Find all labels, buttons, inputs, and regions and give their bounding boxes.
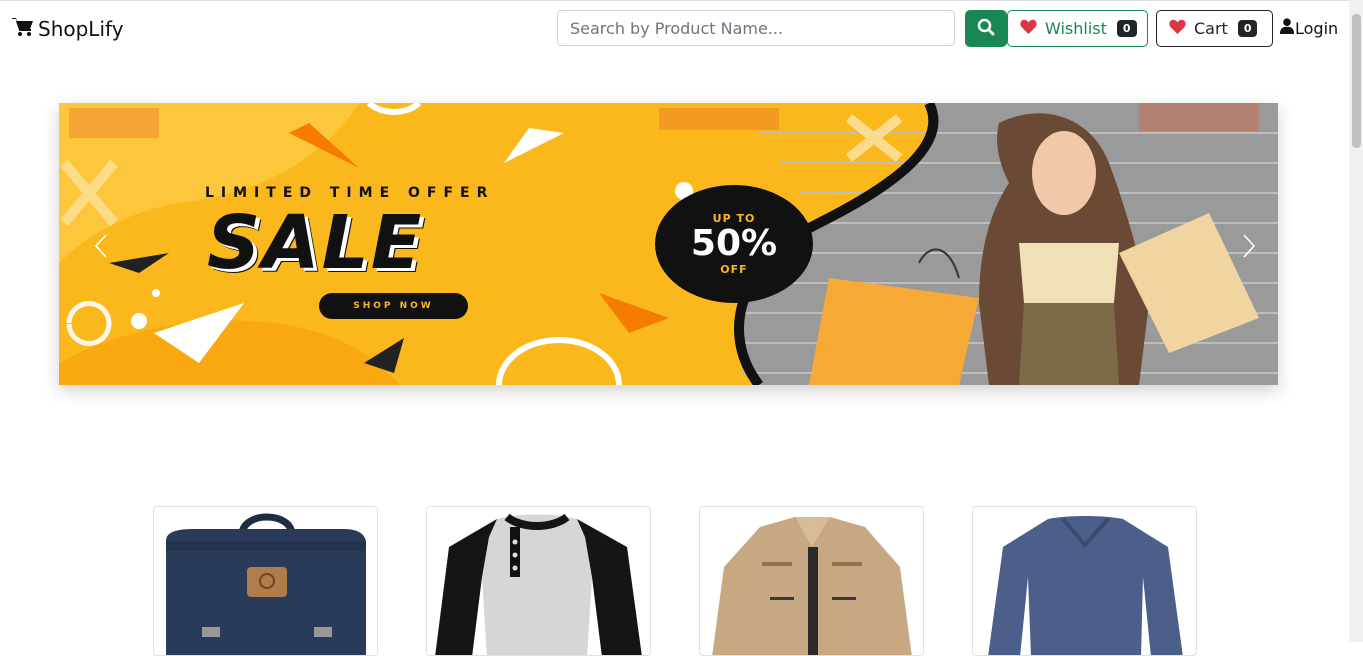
promo-carousel: LIMITED TIME OFFER SALE SHOP NOW UP TO 5… bbox=[59, 103, 1278, 385]
henley-tshirt-image bbox=[435, 513, 642, 655]
scrollbar-thumb[interactable] bbox=[1352, 14, 1361, 148]
search-button[interactable] bbox=[965, 10, 1007, 47]
brand-name: ShopLify bbox=[38, 17, 124, 41]
chevron-left-icon bbox=[94, 233, 108, 263]
cart-count-badge: 0 bbox=[1237, 20, 1258, 37]
wishlist-label: Wishlist bbox=[1045, 19, 1107, 38]
banner-headline: LIMITED TIME OFFER bbox=[205, 185, 495, 201]
heart-icon bbox=[1169, 19, 1186, 39]
discount-bottom-text: OFF bbox=[720, 263, 748, 276]
wishlist-count-badge: 0 bbox=[1116, 20, 1137, 37]
page-scrollbar[interactable] bbox=[1349, 0, 1363, 642]
khaki-jacket-image bbox=[712, 517, 912, 655]
search-input[interactable] bbox=[557, 10, 955, 46]
cart-button[interactable]: Cart 0 bbox=[1156, 10, 1273, 47]
discount-badge: UP TO 50% OFF bbox=[655, 185, 813, 303]
product-card-jacket[interactable] bbox=[699, 506, 924, 656]
top-border bbox=[0, 0, 1363, 1]
product-card-backpack[interactable] bbox=[153, 506, 378, 656]
cart-label: Cart bbox=[1194, 19, 1228, 38]
product-card-sweater[interactable] bbox=[972, 506, 1197, 656]
brand-logo[interactable]: ShopLify bbox=[12, 15, 124, 43]
cart-icon bbox=[12, 17, 34, 41]
backpack-image bbox=[166, 513, 366, 655]
wishlist-button[interactable]: Wishlist 0 bbox=[1007, 10, 1148, 47]
product-card-henley[interactable] bbox=[426, 506, 651, 656]
login-link[interactable]: Login bbox=[1280, 18, 1338, 38]
login-label: Login bbox=[1295, 18, 1339, 38]
blue-sweater-image bbox=[988, 516, 1183, 655]
carousel-next-button[interactable] bbox=[1239, 233, 1259, 263]
discount-value: 50% bbox=[690, 223, 778, 264]
search-icon bbox=[977, 18, 995, 39]
chevron-right-icon bbox=[1242, 233, 1256, 263]
banner-title: SALE bbox=[207, 200, 424, 286]
shop-now-button[interactable]: SHOP NOW bbox=[319, 293, 468, 319]
carousel-prev-button[interactable] bbox=[91, 233, 111, 263]
user-icon bbox=[1280, 18, 1294, 38]
heart-icon bbox=[1020, 19, 1037, 39]
